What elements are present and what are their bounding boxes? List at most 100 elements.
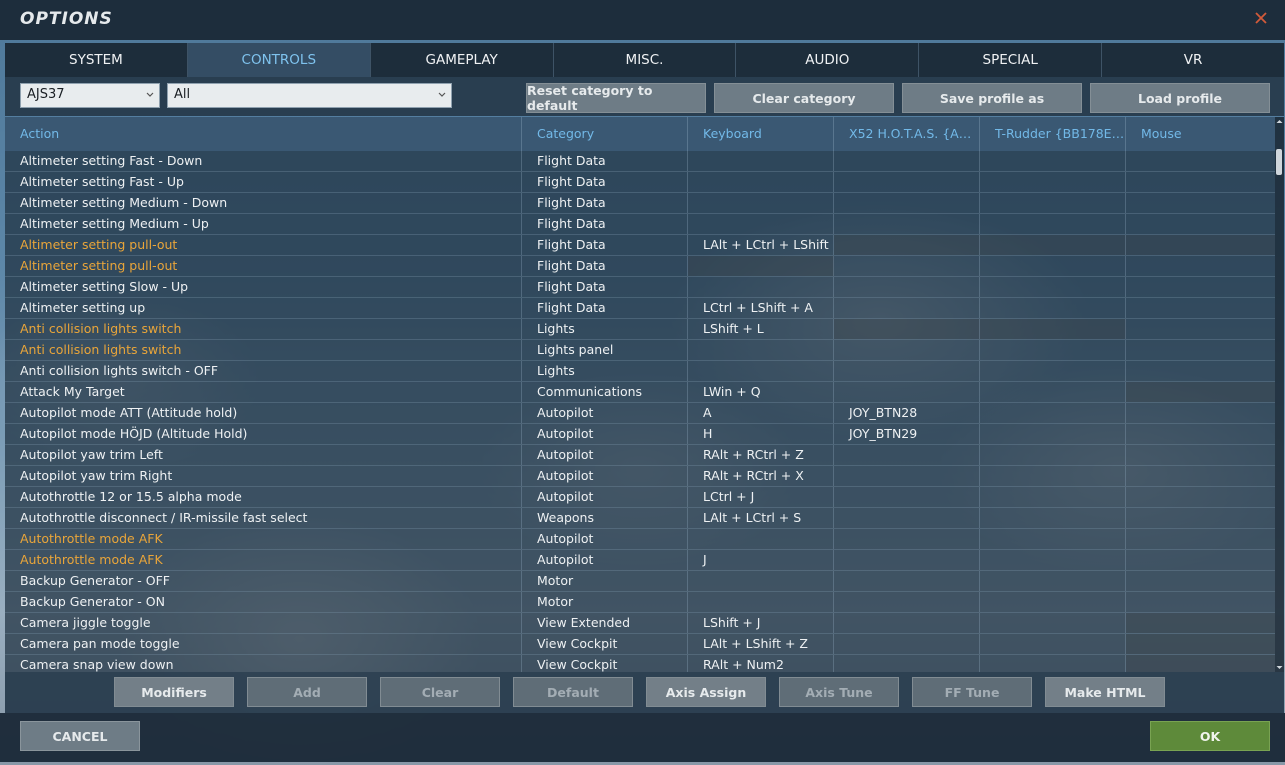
column-header-rudder[interactable]: T-Rudder {BB178E3... bbox=[980, 117, 1126, 151]
cell-rudder[interactable] bbox=[980, 655, 1126, 672]
column-header-keyboard[interactable]: Keyboard bbox=[688, 117, 834, 151]
cell-joystick[interactable] bbox=[834, 508, 980, 528]
cell-joystick[interactable] bbox=[834, 382, 980, 402]
cell-rudder[interactable] bbox=[980, 466, 1126, 486]
cell-rudder[interactable] bbox=[980, 235, 1126, 255]
cell-mouse[interactable] bbox=[1126, 193, 1275, 213]
table-row[interactable]: Autopilot yaw trim Right Autopilot RAlt + … bbox=[5, 466, 1275, 487]
ok-button[interactable]: OK bbox=[1150, 721, 1270, 751]
cell-joystick[interactable] bbox=[834, 214, 980, 234]
cell-keyboard[interactable]: RAlt + RCtrl + X bbox=[688, 466, 834, 486]
cell-keyboard[interactable] bbox=[688, 193, 834, 213]
cell-joystick[interactable] bbox=[834, 634, 980, 654]
table-row[interactable]: Anti collision lights switch - OFF Lights bbox=[5, 361, 1275, 382]
cell-rudder[interactable] bbox=[980, 487, 1126, 507]
cell-rudder[interactable] bbox=[980, 256, 1126, 276]
table-row[interactable]: Altimeter setting Medium - Up Flight Data bbox=[5, 214, 1275, 235]
cell-keyboard[interactable] bbox=[688, 592, 834, 612]
cell-mouse[interactable] bbox=[1126, 655, 1275, 672]
cell-keyboard[interactable] bbox=[688, 571, 834, 591]
cell-rudder[interactable] bbox=[980, 172, 1126, 192]
cell-rudder[interactable] bbox=[980, 424, 1126, 444]
table-row[interactable]: Backup Generator - ON Motor bbox=[5, 592, 1275, 613]
cell-mouse[interactable] bbox=[1126, 151, 1275, 171]
table-row[interactable]: Altimeter setting pull-out Flight Data LAl… bbox=[5, 235, 1275, 256]
cell-mouse[interactable] bbox=[1126, 571, 1275, 591]
cell-keyboard[interactable]: H bbox=[688, 424, 834, 444]
column-header-joystick[interactable]: X52 H.O.T.A.S. {A80... bbox=[834, 117, 980, 151]
cell-keyboard[interactable] bbox=[688, 214, 834, 234]
cell-mouse[interactable] bbox=[1126, 235, 1275, 255]
cell-rudder[interactable] bbox=[980, 340, 1126, 360]
cell-rudder[interactable] bbox=[980, 634, 1126, 654]
table-row[interactable]: Altimeter setting Fast - Down Flight Data bbox=[5, 151, 1275, 172]
cell-mouse[interactable] bbox=[1126, 319, 1275, 339]
axis-tune-button[interactable]: Axis Tune bbox=[779, 677, 899, 707]
cell-joystick[interactable] bbox=[834, 361, 980, 381]
cell-mouse[interactable] bbox=[1126, 487, 1275, 507]
load-profile-button[interactable]: Load profile bbox=[1090, 83, 1270, 113]
cell-joystick[interactable]: JOY_BTN28 bbox=[834, 403, 980, 423]
cell-joystick[interactable] bbox=[834, 298, 980, 318]
table-row[interactable]: Camera snap view down View Cockpit RAlt + … bbox=[5, 655, 1275, 672]
cell-joystick[interactable] bbox=[834, 235, 980, 255]
cell-rudder[interactable] bbox=[980, 613, 1126, 633]
cell-keyboard[interactable]: RAlt + RCtrl + Z bbox=[688, 445, 834, 465]
cell-joystick[interactable] bbox=[834, 613, 980, 633]
cell-rudder[interactable] bbox=[980, 277, 1126, 297]
tab-system[interactable]: SYSTEM bbox=[5, 43, 188, 77]
scroll-down-icon[interactable] bbox=[1275, 663, 1284, 672]
make-html-button[interactable]: Make HTML bbox=[1045, 677, 1165, 707]
cell-joystick[interactable] bbox=[834, 277, 980, 297]
cell-keyboard[interactable] bbox=[688, 529, 834, 549]
cell-joystick[interactable] bbox=[834, 151, 980, 171]
cell-mouse[interactable] bbox=[1126, 361, 1275, 381]
cell-keyboard[interactable]: LCtrl + LShift + A bbox=[688, 298, 834, 318]
cell-mouse[interactable] bbox=[1126, 214, 1275, 234]
cell-keyboard[interactable]: LShift + J bbox=[688, 613, 834, 633]
cell-keyboard[interactable]: LWin + Q bbox=[688, 382, 834, 402]
cell-rudder[interactable] bbox=[980, 592, 1126, 612]
table-row[interactable]: Altimeter setting Medium - Down Flight Da… bbox=[5, 193, 1275, 214]
tab-audio[interactable]: AUDIO bbox=[736, 43, 920, 77]
table-row[interactable]: Autopilot mode HÖJD (Altitude Hold) Autop… bbox=[5, 424, 1275, 445]
cell-mouse[interactable] bbox=[1126, 634, 1275, 654]
table-row[interactable]: Camera jiggle toggle View Extended LShift … bbox=[5, 613, 1275, 634]
cell-joystick[interactable] bbox=[834, 655, 980, 672]
cell-keyboard[interactable] bbox=[688, 151, 834, 171]
tab-misc[interactable]: MISC. bbox=[554, 43, 737, 77]
modifiers-button[interactable]: Modifiers bbox=[114, 677, 234, 707]
table-row[interactable]: Altimeter setting pull-out Flight Data bbox=[5, 256, 1275, 277]
cell-mouse[interactable] bbox=[1126, 529, 1275, 549]
cell-mouse[interactable] bbox=[1126, 445, 1275, 465]
table-row[interactable]: Camera pan mode toggle View Cockpit LAlt +… bbox=[5, 634, 1275, 655]
category-select[interactable]: All bbox=[167, 83, 452, 108]
save-profile-button[interactable]: Save profile as bbox=[902, 83, 1082, 113]
clear-category-button[interactable]: Clear category bbox=[714, 83, 894, 113]
tab-special[interactable]: SPECIAL bbox=[919, 43, 1103, 77]
reset-category-button[interactable]: Reset category to default bbox=[526, 83, 706, 113]
cell-joystick[interactable] bbox=[834, 256, 980, 276]
column-header-action[interactable]: Action bbox=[5, 117, 522, 151]
axis-assign-button[interactable]: Axis Assign bbox=[646, 677, 766, 707]
cell-rudder[interactable] bbox=[980, 508, 1126, 528]
cell-rudder[interactable] bbox=[980, 151, 1126, 171]
cell-keyboard[interactable] bbox=[688, 340, 834, 360]
cell-joystick[interactable] bbox=[834, 466, 980, 486]
default-button[interactable]: Default bbox=[513, 677, 633, 707]
cell-mouse[interactable] bbox=[1126, 508, 1275, 528]
column-header-category[interactable]: Category bbox=[522, 117, 688, 151]
cell-rudder[interactable] bbox=[980, 529, 1126, 549]
cell-rudder[interactable] bbox=[980, 403, 1126, 423]
table-row[interactable]: Altimeter setting Slow - Up Flight Data bbox=[5, 277, 1275, 298]
cell-keyboard[interactable]: J bbox=[688, 550, 834, 570]
cell-rudder[interactable] bbox=[980, 445, 1126, 465]
table-scrollbar[interactable] bbox=[1275, 117, 1284, 672]
table-row[interactable]: Attack My Target Communications LWin + Q bbox=[5, 382, 1275, 403]
cell-rudder[interactable] bbox=[980, 571, 1126, 591]
cell-keyboard[interactable] bbox=[688, 361, 834, 381]
cell-mouse[interactable] bbox=[1126, 613, 1275, 633]
cell-mouse[interactable] bbox=[1126, 592, 1275, 612]
cell-joystick[interactable] bbox=[834, 445, 980, 465]
cell-mouse[interactable] bbox=[1126, 340, 1275, 360]
